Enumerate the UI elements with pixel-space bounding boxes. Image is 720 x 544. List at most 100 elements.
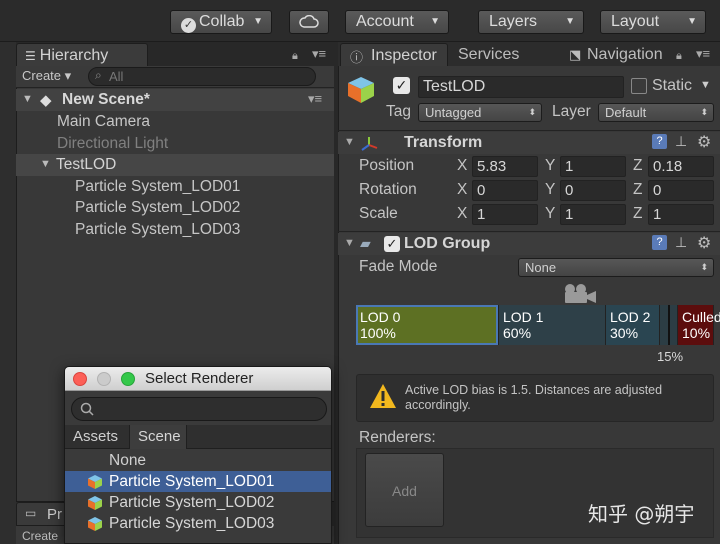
lod-segment-name: Culled [682,309,720,325]
foldout-arrow-icon[interactable]: ▼ [344,136,355,148]
dialog-title-bar: Select Renderer [65,367,331,391]
scene-name: New Scene* [62,91,150,108]
tab-inspector[interactable]: ⓘ Inspector [340,43,448,68]
zoom-icon[interactable] [121,372,135,386]
dialog-title: Select Renderer [145,370,254,387]
rotation-y-field[interactable]: 0 [560,180,626,201]
hierarchy-item-lod01[interactable]: Particle System_LOD01 [75,176,240,198]
scene-menu-icon[interactable]: ▾≡ [308,91,322,107]
position-x-field[interactable]: 5.83 [472,156,538,177]
lod-segment-lod-2[interactable]: LOD 2 30% [606,305,659,345]
minimize-icon[interactable] [97,372,111,386]
tab-navigation[interactable]: Navigation [587,46,663,64]
static-checkbox[interactable] [631,78,647,94]
cloud-icon [299,14,319,28]
transform-axes-icon [361,137,378,151]
camera-icon[interactable] [560,283,598,305]
dialog-search-input[interactable] [71,397,327,421]
lock-icon[interactable]: 🔒︎ [292,50,298,63]
camera-percent: 15% [657,349,684,364]
top-toolbar: ✓ Collab ▼ Account ▼ Layers ▼ Layout ▼ [0,0,720,42]
layer-dropdown[interactable]: Default ⬍ [598,103,714,122]
tab-assets[interactable]: Assets [73,428,118,445]
warning-icon [370,384,396,408]
lod-segment-percent: 30% [610,325,639,341]
gear-icon[interactable]: ⚙ [697,233,711,253]
hierarchy-item-lod03[interactable]: Particle System_LOD03 [75,219,240,241]
lod-segment-name: LOD 0 [360,309,401,325]
layout-button[interactable]: Layout ▼ [600,10,706,34]
position-y-field[interactable]: 1 [560,156,626,177]
lock-icon[interactable]: 🔒︎ [676,50,682,63]
gear-icon[interactable]: ⚙ [697,132,711,152]
scale-z-field[interactable]: 1 [648,204,714,225]
lod-group-enabled-checkbox[interactable]: ✓ [384,236,400,252]
search-icon: ⌕ [95,68,102,82]
prefab-cube-icon [88,496,102,510]
fade-mode-dropdown[interactable]: None ⬍ [518,258,714,277]
collab-button[interactable]: ✓ Collab ▼ [170,10,272,34]
lod-segment-name: LOD 1 [503,309,544,325]
inspector-tab-label: Inspector [371,47,437,64]
expand-arrow-icon[interactable]: ▼ [40,158,51,170]
lod-segment-culled[interactable]: Culled 10% [678,305,720,345]
scene-row[interactable]: ▼ ◆ New Scene* ▾≡ [16,89,334,111]
transform-title: Transform [404,134,483,151]
lod-bar: LOD 0 100% LOD 1 60% LOD 2 30% Culled 10% [356,305,720,345]
account-button[interactable]: Account ▼ [345,10,449,34]
lod-segment-lod-0[interactable]: LOD 0 100% [356,305,498,345]
static-label: Static [652,77,693,94]
list-item-selected[interactable]: Particle System_LOD01 [65,471,331,492]
list-item[interactable]: Particle System_LOD03 [65,513,331,534]
help-icon[interactable]: ? [652,235,667,250]
prefab-cube-icon [88,475,102,489]
active-checkbox[interactable]: ✓ [393,77,410,94]
prefab-cube-icon [88,517,102,531]
left-panel-edge [0,42,16,544]
panel-menu-icon[interactable]: ▾≡ [312,46,326,62]
axis-x-label: X [457,157,468,174]
static-dropdown-icon[interactable]: ▼ [700,79,711,91]
add-renderer-button[interactable]: Add [365,453,444,527]
lod-group-title: LOD Group [404,235,491,252]
panel-menu-icon[interactable]: ▾≡ [696,46,710,62]
preset-icon[interactable]: ⊥ [675,133,687,150]
layers-button[interactable]: Layers ▼ [478,10,584,34]
position-z-field[interactable]: 0.18 [648,156,714,177]
lod-segment-lod-1[interactable]: LOD 1 60% [499,305,605,345]
dropdown-arrow-icon: ▼ [565,16,575,27]
list-item[interactable]: None [65,450,331,471]
preset-icon[interactable]: ⊥ [675,234,687,251]
tab-hierarchy[interactable]: ☰ Hierarchy [16,43,148,67]
hierarchy-item-directional-light[interactable]: Directional Light [57,133,168,155]
watermark-text: 知乎 @朔宇 [588,502,695,526]
rotation-x-field[interactable]: 0 [472,180,538,201]
help-icon[interactable]: ? [652,134,667,149]
layer-label: Layer [552,103,591,120]
cloud-button[interactable] [289,10,329,34]
tag-dropdown[interactable]: Untagged ⬍ [418,103,542,122]
gameobject-cube-icon [348,77,374,103]
hierarchy-search-input[interactable]: ⌕ All [88,67,316,86]
dialog-tab-bar: Assets Scene [65,425,331,449]
rotation-z-field[interactable]: 0 [648,180,714,201]
project-create-dropdown[interactable]: Create [22,529,58,543]
tab-services[interactable]: Services [458,46,519,64]
lod-group-header[interactable]: ▼ ▰ ✓ LOD Group ? ⊥ ⚙ [338,233,720,255]
object-name-field[interactable]: TestLOD [418,76,624,98]
scale-x-field[interactable]: 1 [472,204,538,225]
dropdown-arrow-icon: ▼ [687,16,697,27]
camera-position-line [668,305,670,345]
create-dropdown[interactable]: Create ▾ [22,68,71,84]
hierarchy-item-main-camera[interactable]: Main Camera [57,111,150,133]
list-item-label: Particle System_LOD01 [109,473,275,490]
transform-header[interactable]: ▼ Transform ? ⊥ ⚙ [338,132,720,154]
hierarchy-item-lod02[interactable]: Particle System_LOD02 [75,197,240,219]
foldout-arrow-icon[interactable]: ▼ [344,237,355,249]
list-item[interactable]: Particle System_LOD02 [65,492,331,513]
scale-y-field[interactable]: 1 [560,204,626,225]
expand-arrow-icon[interactable]: ▼ [22,93,33,105]
tab-scene[interactable]: Scene [129,425,187,449]
close-icon[interactable] [73,372,87,386]
hierarchy-item-testlod-row[interactable]: ▼ TestLOD [16,154,334,176]
